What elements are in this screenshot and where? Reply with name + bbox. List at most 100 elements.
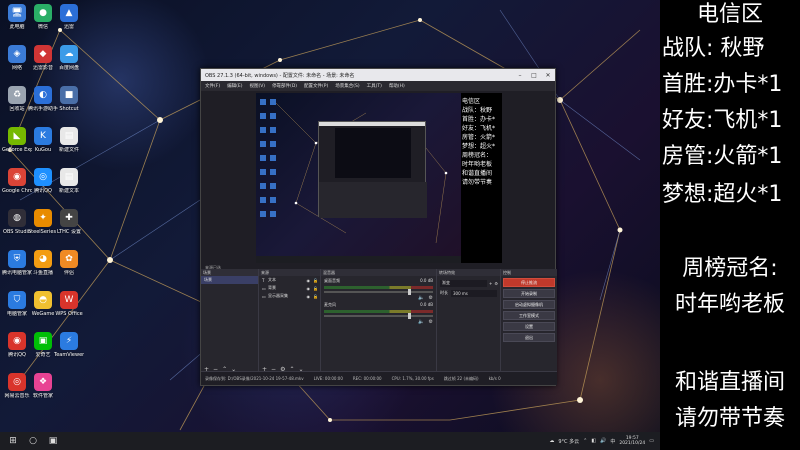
menu-item[interactable]: 编辑(E)	[227, 83, 242, 89]
nested-obs-window	[318, 121, 427, 218]
menu-item[interactable]: 停靠部件(D)	[272, 83, 297, 89]
scenes-dock: 场景 场景 + − ⌃ ⌄	[201, 269, 259, 373]
app-icon: ❖	[34, 373, 52, 391]
desktop-icon[interactable]: ✿ 伴侣	[54, 250, 84, 288]
desktop-icon[interactable]: ▤ 新建文本	[54, 168, 84, 206]
info-line: 电信区	[696, 2, 763, 27]
bitrate-status: kb/s 0	[488, 376, 501, 381]
lock-icon[interactable]: 🔓	[313, 294, 318, 299]
eye-icon[interactable]: ◉	[307, 278, 311, 283]
lock-icon[interactable]: 🔓	[313, 278, 318, 283]
close-icon[interactable]: ✕	[541, 69, 555, 81]
control-button[interactable]: 设置	[503, 322, 555, 331]
preview-info-line: 好友：飞机*	[462, 125, 496, 132]
obs-menubar: 文件(F) 编辑(E) 视图(V) 停靠部件(D) 配置文件(P) 场景集合(S) 工具(T…	[201, 81, 555, 91]
control-button[interactable]: 工作室模式	[503, 311, 555, 320]
desktop-icon[interactable]: ⚡ TeamViewer	[54, 332, 84, 370]
start-icon[interactable]: ⊞	[6, 434, 20, 448]
app-icon: ☁	[60, 45, 78, 63]
add-icon[interactable]: +	[489, 281, 492, 286]
taskbar: ⊞ ○ ▣ ☁ 9°C 多云 ⌃ ◧ 🔊 中 19:57 2021/10/24 …	[0, 432, 660, 450]
menu-item[interactable]: 帮助(H)	[389, 83, 405, 89]
transition-select[interactable]: 渐变	[440, 279, 488, 287]
app-icon: ◉	[8, 168, 26, 186]
eye-icon[interactable]: ◉	[307, 286, 311, 291]
obs-titlebar[interactable]: OBS 27.1.3 (64-bit, windows) - 配置文件: 未命名…	[201, 69, 555, 81]
clock[interactable]: 19:57 2021/10/24	[619, 436, 645, 446]
source-item[interactable]: ▭ 背景 ◉ 🔓	[259, 284, 320, 292]
volume-icon[interactable]: 🔈	[418, 295, 424, 301]
mixer-track-db: 0.0 dB	[420, 302, 433, 307]
obs-docks: 场景 场景 + − ⌃ ⌄ 来源 T 文本 ◉ 🔓 ▭ 背景 ◉ 🔓 ▭ 显示器采集 ◉ 🔓 + − …	[201, 269, 557, 373]
app-icon: W	[60, 291, 78, 309]
volume-slider[interactable]	[324, 289, 433, 295]
search-icon[interactable]: ○	[26, 434, 40, 448]
volume-slider[interactable]	[324, 313, 433, 319]
gear-icon[interactable]: ⚙	[429, 295, 433, 301]
volume-icon[interactable]: 🔈	[418, 319, 424, 325]
task-view-icon[interactable]: ▣	[46, 434, 60, 448]
preview-info-line: 请勿带节奏	[462, 179, 493, 186]
app-icon: ◕	[34, 250, 52, 268]
app-icon: ◆	[34, 45, 52, 63]
desktop-icon[interactable]: W WPS Office	[54, 291, 84, 329]
desktop-icon[interactable]: ▤ 新建文件	[54, 127, 84, 165]
obs-window[interactable]: OBS 27.1.3 (64-bit, windows) - 配置文件: 未命名…	[200, 68, 557, 386]
maximize-icon[interactable]: □	[527, 69, 541, 81]
control-button[interactable]: 开始录制	[503, 289, 555, 298]
app-icon: ◍	[8, 209, 26, 227]
system-tray: ☁ 9°C 多云 ⌃ ◧ 🔊 中 19:57 2021/10/24 ▭	[549, 432, 654, 450]
info-line: 时年哟老板	[674, 292, 785, 317]
lock-icon[interactable]: 🔓	[313, 286, 318, 291]
gear-icon[interactable]: ⚙	[429, 319, 433, 325]
minimize-icon[interactable]: –	[513, 69, 527, 81]
app-icon: ⛉	[8, 291, 26, 309]
app-icon: ✚	[60, 209, 78, 227]
desktop-icon[interactable]: ☁ 百度网盘	[54, 45, 84, 83]
weather-text[interactable]: 9°C 多云	[558, 438, 579, 445]
preview-info-panel: 电信区 战队：秋野 首胜：办卡* 好友：飞机* 房管：火箭* 梦想：超火* 周榜冠名： 时年哟…	[461, 93, 502, 263]
control-button[interactable]: 退出	[503, 333, 555, 342]
chevron-up-icon[interactable]: ⌃	[583, 438, 587, 444]
source-item[interactable]: T 文本 ◉ 🔓	[259, 276, 320, 284]
app-icon: K	[34, 127, 52, 145]
menu-item[interactable]: 视图(V)	[249, 83, 265, 89]
source-item[interactable]: ▭ 显示器采集 ◉ 🔓	[259, 292, 320, 300]
desktop-icon[interactable]: ❖ 软件管家	[28, 373, 58, 411]
desktop-icon[interactable]: ■ Shotcut	[54, 86, 84, 124]
network-icon[interactable]: ◧	[591, 438, 596, 444]
notification-icon[interactable]: ▭	[649, 438, 654, 444]
transitions-dock-title: 转场特效	[437, 269, 500, 276]
app-icon: ▣	[34, 332, 52, 350]
app-icon: ◓	[34, 291, 52, 309]
source-name: 显示器采集	[268, 293, 288, 298]
menu-item[interactable]: 场景集合(S)	[335, 83, 359, 89]
desktop-icon[interactable]: ✚ LTHC 设置	[54, 209, 84, 247]
obs-title: OBS 27.1.3 (64-bit, windows) - 配置文件: 未命名…	[205, 72, 355, 79]
mixer-track: 桌面音频 0.0 dB 🔈 ⚙	[321, 276, 436, 301]
weather-icon[interactable]: ☁	[549, 438, 554, 444]
menu-item[interactable]: 配置文件(P)	[304, 83, 328, 89]
desktop-icon-label: 百度网盘	[58, 65, 79, 71]
menu-item[interactable]: 工具(T)	[367, 83, 382, 89]
desktop-icon[interactable]: ▲ 迅雷	[54, 4, 84, 42]
volume-meter	[324, 286, 433, 289]
sources-dock: 来源 T 文本 ◉ 🔓 ▭ 背景 ◉ 🔓 ▭ 显示器采集 ◉ 🔓 + − ⚙ ⌃ ⌄	[259, 269, 321, 373]
scene-item[interactable]: 场景	[201, 276, 258, 284]
cpu-status: CPU: 1.7%, 30.00 fps	[391, 376, 434, 381]
preview-info-line: 房管：火箭*	[462, 134, 496, 141]
gear-icon[interactable]: ⚙	[494, 281, 498, 286]
control-button[interactable]: 停止推流	[503, 278, 555, 287]
transition-duration-input[interactable]: 300 ms	[451, 289, 497, 297]
control-button[interactable]: 启动虚拟摄像机	[503, 300, 555, 309]
info-line: 首胜:办卡*1	[662, 72, 783, 97]
eye-icon[interactable]: ◉	[307, 294, 311, 299]
volume-icon[interactable]: 🔊	[600, 438, 606, 444]
app-icon: ◎	[34, 168, 52, 186]
obs-preview[interactable]: 电信区 战队：秋野 首胜：办卡* 好友：飞机* 房管：火箭* 梦想：超火* 周榜冠名： 时年哟…	[256, 93, 502, 263]
info-line: 战队: 秋野	[662, 36, 765, 61]
dropped-frames: 跳过帧 22 (未编码)	[443, 375, 479, 381]
menu-item[interactable]: 文件(F)	[205, 83, 220, 89]
app-icon: ⚡	[60, 332, 78, 350]
ime-indicator[interactable]: 中	[610, 438, 615, 445]
